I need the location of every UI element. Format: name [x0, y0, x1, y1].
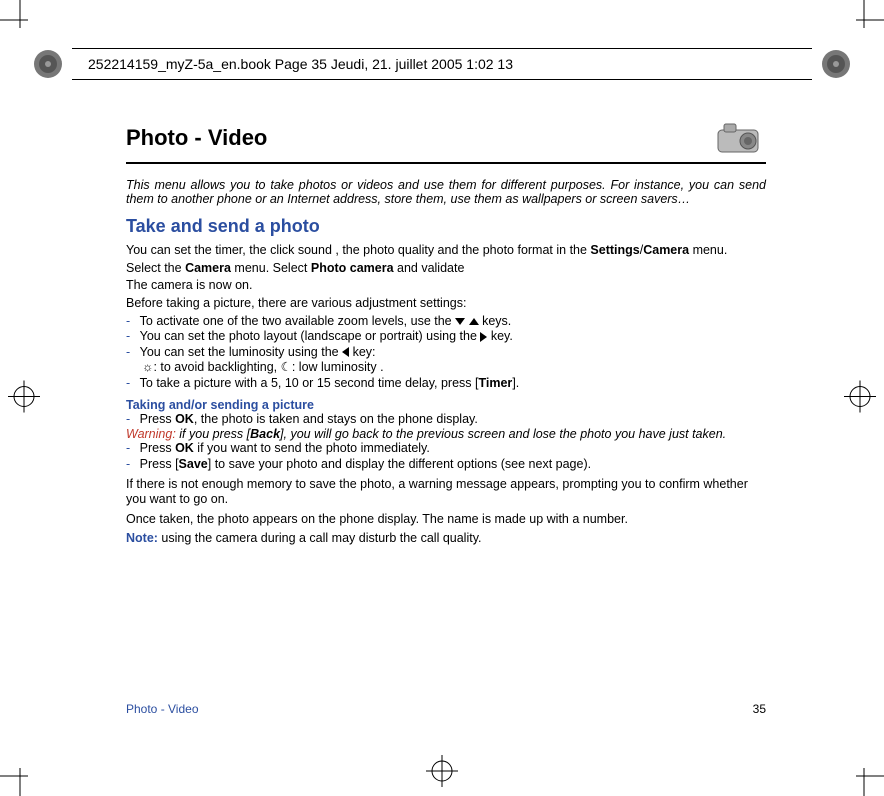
- text: menu.: [689, 243, 727, 257]
- list-item: To activate one of the two available zoo…: [142, 314, 766, 330]
- low-light-icon: ☾: [281, 360, 292, 374]
- text: using the camera during a call may distu…: [158, 531, 482, 545]
- text: : to avoid backlighting,: [153, 360, 280, 374]
- para-name: Once taken, the photo appears on the pho…: [126, 512, 766, 528]
- crop-mark-br: [844, 756, 884, 796]
- text: To take a picture with a 5, 10 or 15 sec…: [140, 376, 479, 390]
- list-item: Press OK, the photo is taken and stays o…: [142, 412, 766, 428]
- page-footer: Photo - Video 35: [126, 702, 766, 716]
- para-memory: If there is not enough memory to save th…: [126, 477, 766, 508]
- warning-line: Warning: if you press [Back], you will g…: [126, 427, 766, 441]
- list-item: To take a picture with a 5, 10 or 15 sec…: [142, 376, 766, 392]
- adjustment-list: To activate one of the two available zoo…: [126, 314, 766, 392]
- text: ] to save your photo and display the dif…: [208, 457, 591, 471]
- section-heading: Take and send a photo: [126, 216, 766, 237]
- text: keys.: [479, 314, 512, 328]
- print-header: 252214159_myZ-5a_en.book Page 35 Jeudi, …: [32, 46, 852, 82]
- list-item: You can set the luminosity using the key…: [142, 345, 766, 376]
- page-title: Photo - Video: [126, 125, 267, 151]
- crop-mark-tl: [0, 0, 40, 40]
- text: key.: [487, 329, 512, 343]
- crop-mark-bl: [0, 756, 40, 796]
- text-bold: Save: [179, 457, 208, 471]
- note-label: Note:: [126, 531, 158, 545]
- text: Select the: [126, 261, 185, 275]
- intro-text: This menu allows you to take photos or v…: [126, 178, 766, 206]
- text-bold: Settings: [590, 243, 639, 257]
- text: if you press [: [176, 427, 250, 441]
- header-text: 252214159_myZ-5a_en.book Page 35 Jeudi, …: [72, 48, 812, 80]
- text: You can set the photo layout (landscape …: [140, 329, 481, 343]
- header-ornament-right: [820, 48, 852, 80]
- reg-mark-bottom: [426, 755, 458, 790]
- up-arrow-icon: [469, 318, 479, 325]
- text: if you want to send the photo immediatel…: [194, 441, 430, 455]
- text-bold: Timer: [478, 376, 512, 390]
- text-bold: Back: [250, 427, 280, 441]
- camera-icon: [714, 120, 766, 156]
- backlight-icon: ☼: [142, 360, 153, 374]
- text-bold: Camera: [643, 243, 689, 257]
- down-arrow-icon: [455, 318, 465, 325]
- footer-section: Photo - Video: [126, 702, 199, 716]
- text: ].: [512, 376, 519, 390]
- text-bold: Photo camera: [311, 261, 394, 275]
- text: Press: [140, 412, 175, 426]
- text: Press [: [140, 457, 179, 471]
- text: You can set the timer, the click sound ,…: [126, 243, 590, 257]
- para-before: Before taking a picture, there are vario…: [126, 296, 766, 312]
- text: : low luminosity .: [292, 360, 384, 374]
- warning-label: Warning:: [126, 427, 176, 441]
- text-bold: Camera: [185, 261, 231, 275]
- text: menu. Select: [231, 261, 311, 275]
- footer-page-number: 35: [753, 702, 766, 716]
- list-item: You can set the photo layout (landscape …: [142, 329, 766, 345]
- text: Press: [140, 441, 175, 455]
- subheading: Taking and/or sending a picture: [126, 398, 766, 412]
- text-bold: OK: [175, 412, 194, 426]
- crop-mark-tr: [844, 0, 884, 40]
- text: and validate: [394, 261, 465, 275]
- text: key:: [349, 345, 375, 359]
- para-camera-on: The camera is now on.: [126, 278, 766, 294]
- sending-list-2: Press OK if you want to send the photo i…: [126, 441, 766, 472]
- text: ], you will go back to the previous scre…: [280, 427, 726, 441]
- para-select: Select the Camera menu. Select Photo cam…: [126, 261, 766, 277]
- list-item: Press OK if you want to send the photo i…: [142, 441, 766, 457]
- reg-mark-left: [8, 381, 40, 416]
- reg-mark-right: [844, 381, 876, 416]
- header-ornament-left: [32, 48, 64, 80]
- list-item: Press [Save] to save your photo and disp…: [142, 457, 766, 473]
- note-line: Note: using the camera during a call may…: [126, 531, 766, 547]
- para-settings: You can set the timer, the click sound ,…: [126, 243, 766, 259]
- text: You can set the luminosity using the: [140, 345, 342, 359]
- sending-list: Press OK, the photo is taken and stays o…: [126, 412, 766, 428]
- text-bold: OK: [175, 441, 194, 455]
- text: , the photo is taken and stays on the ph…: [194, 412, 478, 426]
- text: To activate one of the two available zoo…: [140, 314, 455, 328]
- page-content: Photo - Video This menu allows you to ta…: [126, 120, 766, 549]
